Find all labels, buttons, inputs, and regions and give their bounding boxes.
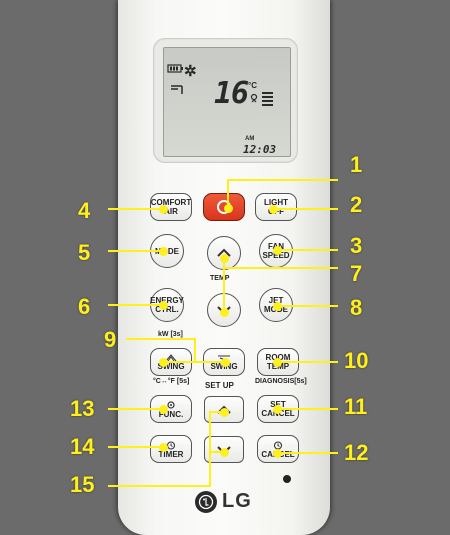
brand-name: LG xyxy=(222,490,252,512)
callout-dot xyxy=(220,308,229,317)
callout-2: 2 xyxy=(350,192,363,217)
callout-dot xyxy=(221,358,230,367)
brand-logo: LG xyxy=(195,490,252,513)
callout-4: 4 xyxy=(78,198,91,223)
comfort-air-button[interactable]: COMFORT AIR xyxy=(150,193,192,221)
clock-readout: 12:03 xyxy=(243,143,277,156)
callout-7: 7 xyxy=(350,261,363,286)
setup-label: SET UP xyxy=(205,381,234,390)
callout-dot xyxy=(224,204,233,213)
callout-dot xyxy=(273,358,282,367)
callout-12: 12 xyxy=(344,440,369,465)
callout-dot xyxy=(159,443,168,452)
temp-label: TEMP xyxy=(210,275,230,282)
callout-8: 8 xyxy=(350,295,363,320)
callout-dot xyxy=(159,405,168,414)
ir-emitter xyxy=(283,475,291,483)
callout-dot xyxy=(220,254,229,263)
airflow-icon xyxy=(171,85,183,94)
callout-6: 6 xyxy=(78,294,91,319)
timer-button[interactable]: TIMER xyxy=(150,435,192,463)
clock-period: AM xyxy=(245,136,255,142)
lg-logo-icon xyxy=(195,490,217,513)
callout-11: 11 xyxy=(344,394,368,419)
callout-9: 9 xyxy=(104,327,117,352)
temperature-readout: 16 xyxy=(214,76,249,111)
callout-dot xyxy=(159,205,168,214)
callout-5: 5 xyxy=(78,240,91,265)
swing-sublabel: °C↔°F [5s] xyxy=(153,378,190,385)
energy-sublabel: kW [3s] xyxy=(158,331,183,338)
callout-dot xyxy=(273,405,282,414)
callout-dot xyxy=(273,246,282,255)
callout-dot xyxy=(220,408,229,417)
callout-3: 3 xyxy=(350,233,363,258)
func-button[interactable]: FUNC. xyxy=(150,395,192,423)
callout-1: 1 xyxy=(350,152,363,177)
callout-14: 14 xyxy=(70,434,95,459)
comfort-air-label-top: COMFORT xyxy=(150,198,192,207)
callout-dot xyxy=(220,448,229,457)
callout-10: 10 xyxy=(344,348,369,373)
callout-dot xyxy=(273,449,282,458)
callout-dot xyxy=(159,301,168,310)
callout-15: 15 xyxy=(70,472,95,497)
alarm-clock-icon xyxy=(273,440,283,450)
room-sublabel: DIAGNOSIS[5s] xyxy=(255,378,307,385)
callout-dot xyxy=(159,358,168,367)
callout-dot xyxy=(273,302,282,311)
battery-icon xyxy=(167,64,183,73)
callout-dot xyxy=(159,247,168,256)
snowflake-icon: ✲ xyxy=(184,63,197,80)
temperature-unit: °C xyxy=(248,81,257,90)
swing-horizontal-button[interactable]: SWING xyxy=(150,348,192,376)
callout-dot xyxy=(269,205,278,214)
callout-13: 13 xyxy=(70,396,95,421)
fan-level-icon xyxy=(250,92,273,106)
temp-up-button[interactable] xyxy=(207,236,241,270)
